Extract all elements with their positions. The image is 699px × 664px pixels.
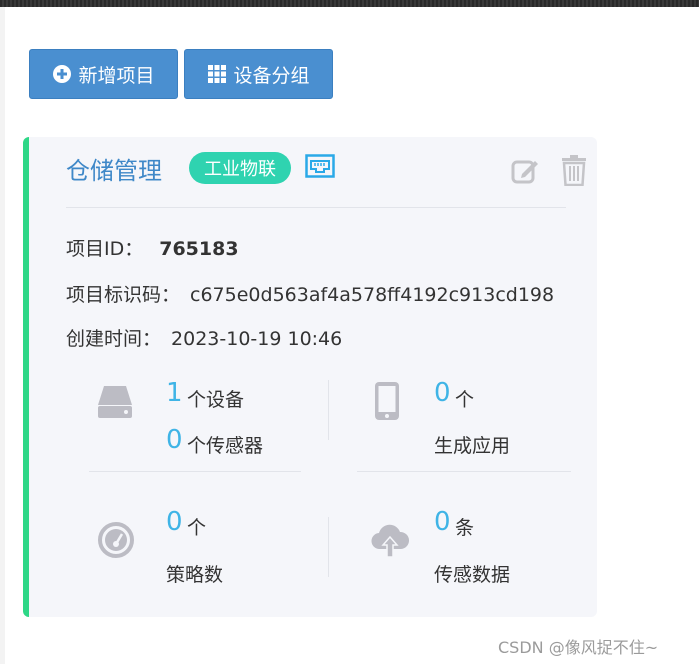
- sensor-unit: 个传感器: [187, 435, 264, 457]
- hard-drive-icon: [98, 386, 132, 418]
- stat-separator: [328, 380, 329, 440]
- stat-separator: [89, 471, 301, 472]
- stat-separator: [357, 471, 571, 472]
- device-group-label: 设备分组: [233, 64, 310, 87]
- dashboard-icon: [98, 522, 134, 558]
- project-title[interactable]: 仓储管理: [66, 151, 162, 186]
- created-time-row: 创建时间： 2023-10-19 10:46: [66, 324, 342, 351]
- watermark: CSDN @像风捉不住~: [498, 638, 659, 657]
- strategy-count: 0: [166, 507, 183, 537]
- mobile-phone-icon: [375, 382, 399, 420]
- device-count: 1: [166, 378, 183, 408]
- trash-icon[interactable]: [561, 154, 587, 186]
- stat-separator: [328, 517, 329, 577]
- project-key-label: 项目标识码：: [66, 284, 181, 306]
- add-project-label: 新增项目: [78, 64, 155, 87]
- app-label: 生成应用: [434, 435, 511, 457]
- project-key-value: c675e0d563af4a578ff4192c913cd198: [190, 284, 555, 306]
- add-project-button[interactable]: 新增项目: [29, 49, 178, 99]
- sensor-count: 0: [166, 425, 183, 455]
- project-id-label: 项目ID：: [66, 238, 144, 260]
- project-type-tag: 工业物联: [189, 152, 291, 184]
- created-time-label: 创建时间：: [66, 328, 162, 350]
- project-key-row: 项目标识码： c675e0d563af4a578ff4192c913cd198: [66, 280, 554, 307]
- strategy-label: 策略数: [166, 564, 224, 586]
- device-group-button[interactable]: 设备分组: [184, 49, 333, 99]
- project-card[interactable]: 仓储管理 工业物联 项目ID： 765183 项目标识码： c675e0d563af…: [23, 137, 597, 617]
- edit-icon[interactable]: [511, 157, 539, 185]
- created-time-value: 2023-10-19 10:46: [171, 328, 343, 350]
- left-edge: [0, 7, 5, 664]
- plus-circle-icon: [53, 65, 72, 83]
- project-id-value: 765183: [159, 238, 239, 260]
- top-bar: [0, 0, 699, 7]
- network-icon[interactable]: [305, 154, 335, 178]
- app-unit: 个: [455, 389, 475, 411]
- data-unit: 条: [455, 517, 475, 539]
- project-id-row: 项目ID： 765183: [66, 234, 239, 261]
- card-divider: [66, 207, 566, 208]
- cloud-upload-icon: [371, 524, 410, 558]
- device-unit: 个设备: [187, 389, 245, 411]
- strategy-unit: 个: [187, 517, 207, 539]
- grid-icon: [208, 65, 227, 83]
- app-count: 0: [434, 378, 451, 408]
- data-count: 0: [434, 507, 451, 537]
- data-label: 传感数据: [434, 564, 511, 586]
